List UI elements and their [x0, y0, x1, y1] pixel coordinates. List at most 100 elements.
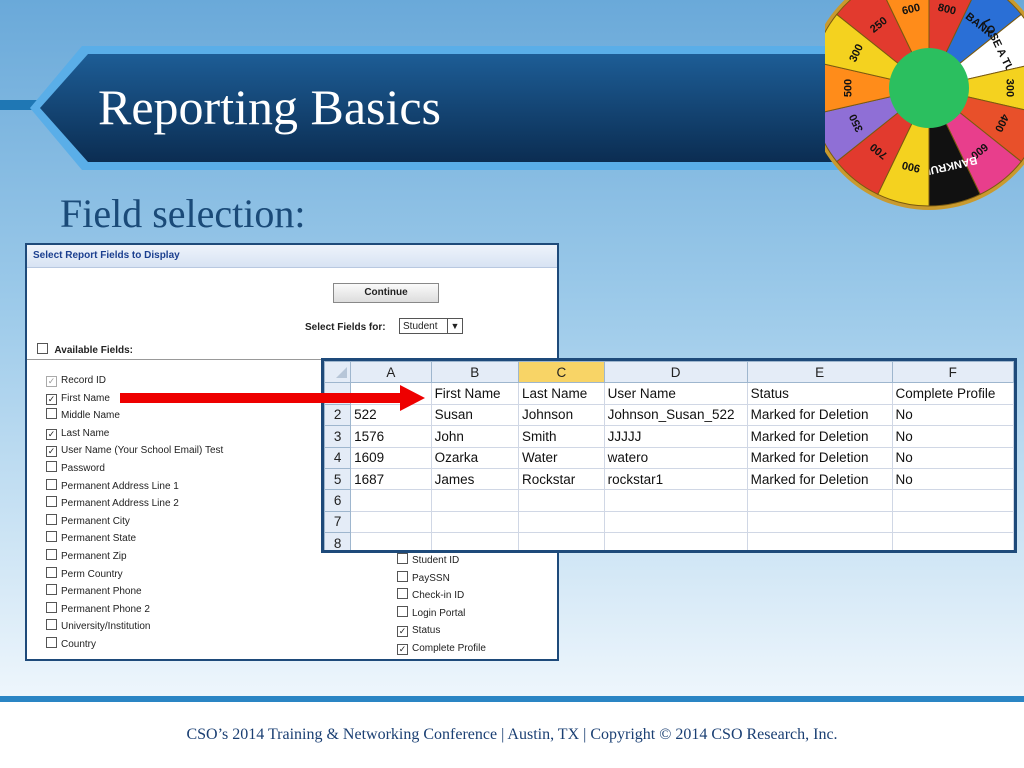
field-option[interactable]: ✓ Status	[397, 622, 486, 640]
column-letter[interactable]: D	[603, 361, 748, 384]
cell[interactable]: Smith	[518, 425, 605, 448]
field-option[interactable]: Password	[46, 460, 223, 478]
field-checkbox[interactable]	[46, 548, 57, 560]
cell[interactable]: First Name	[430, 382, 520, 405]
row-number[interactable]: 7	[324, 510, 352, 534]
field-checkbox[interactable]	[46, 478, 57, 490]
cell[interactable]: Marked for Deletion	[746, 467, 893, 491]
available-fields-toggle[interactable]: Available Fields:	[37, 343, 133, 356]
cell[interactable]: Last Name	[518, 382, 605, 405]
cell[interactable]	[430, 489, 520, 512]
row-number[interactable]: 8	[324, 532, 352, 550]
field-checkbox[interactable]	[46, 619, 57, 631]
field-option[interactable]: Permanent Address Line 2	[46, 495, 223, 513]
cell[interactable]: Marked for Deletion	[746, 403, 893, 427]
field-checkbox[interactable]	[46, 513, 57, 525]
field-option[interactable]: PaySSN	[397, 570, 486, 588]
field-checkbox[interactable]	[46, 601, 57, 613]
column-letter[interactable]: A	[350, 361, 432, 384]
field-checkbox[interactable]	[46, 566, 57, 578]
cell[interactable]: No	[891, 403, 1014, 427]
cell[interactable]: 1687	[350, 467, 432, 491]
row-number[interactable]: 4	[324, 446, 352, 469]
field-checkbox[interactable]: ✓	[46, 428, 57, 440]
field-checkbox[interactable]	[46, 636, 57, 648]
cell[interactable]	[518, 489, 605, 512]
field-option[interactable]: ✓ Last Name	[46, 425, 223, 443]
cell[interactable]	[603, 489, 748, 512]
field-checkbox[interactable]	[397, 588, 408, 600]
column-letter[interactable]: B	[430, 361, 520, 384]
cell[interactable]: John	[430, 425, 520, 448]
field-checkbox[interactable]	[46, 460, 57, 472]
cell[interactable]: rockstar1	[603, 467, 748, 491]
field-checkbox[interactable]	[397, 605, 408, 617]
cell[interactable]: Susan	[430, 403, 520, 427]
field-checkbox[interactable]	[397, 553, 408, 564]
cell[interactable]	[746, 510, 893, 534]
cell[interactable]: JJJJJ	[603, 425, 748, 448]
field-option[interactable]: ✓ User Name (Your School Email) Test	[46, 442, 223, 460]
field-option[interactable]: Middle Name	[46, 407, 223, 425]
cell[interactable]: Complete Profile	[891, 382, 1014, 405]
cell[interactable]	[430, 532, 520, 550]
field-option[interactable]: Check-in ID	[397, 587, 486, 605]
field-checkbox[interactable]	[46, 408, 57, 420]
cell[interactable]	[603, 510, 748, 534]
cell[interactable]	[350, 532, 432, 550]
field-option[interactable]: Perm Country	[46, 566, 223, 584]
cell[interactable]	[891, 489, 1014, 512]
field-option[interactable]: Permanent Phone	[46, 583, 223, 601]
cell[interactable]	[350, 489, 432, 512]
cell[interactable]: Water	[518, 446, 605, 469]
field-option[interactable]: Permanent Address Line 1	[46, 478, 223, 496]
cell[interactable]: No	[891, 446, 1014, 469]
cell[interactable]: Rockstar	[518, 467, 605, 491]
cell[interactable]: Johnson_Susan_522	[603, 403, 748, 427]
continue-button[interactable]: Continue	[333, 283, 439, 303]
row-number[interactable]: 5	[324, 467, 352, 491]
cell[interactable]	[746, 532, 893, 550]
field-checkbox[interactable]	[46, 531, 57, 543]
cell[interactable]	[746, 489, 893, 512]
cell[interactable]: Marked for Deletion	[746, 425, 893, 448]
field-checkbox[interactable]: ✓	[46, 393, 57, 405]
field-checkbox[interactable]	[46, 584, 57, 596]
field-option[interactable]: ✓ Complete Profile	[397, 640, 486, 658]
cell[interactable]: James	[430, 467, 520, 491]
cell[interactable]	[891, 532, 1014, 550]
field-checkbox[interactable]	[397, 570, 408, 582]
column-letter[interactable]: C	[518, 361, 605, 384]
select-all-corner[interactable]	[324, 361, 352, 384]
row-number[interactable]: 2	[324, 403, 352, 427]
cell[interactable]	[603, 532, 748, 550]
cell[interactable]: Johnson	[518, 403, 605, 427]
field-checkbox[interactable]: ✓	[397, 643, 408, 655]
field-option[interactable]: University/Institution	[46, 618, 223, 636]
column-letter[interactable]: E	[746, 361, 893, 384]
cell[interactable]: User Name	[603, 382, 748, 405]
cell[interactable]: Status	[746, 382, 893, 405]
row-number[interactable]: 6	[324, 489, 352, 512]
cell[interactable]: Marked for Deletion	[746, 446, 893, 469]
field-option[interactable]: Permanent Zip	[46, 548, 223, 566]
cell[interactable]	[518, 532, 605, 550]
field-option[interactable]: Login Portal	[397, 605, 486, 623]
cell[interactable]	[430, 510, 520, 534]
field-checkbox[interactable]	[46, 496, 57, 508]
field-option[interactable]: ✓ Record ID	[46, 372, 223, 390]
cell[interactable]	[891, 510, 1014, 534]
cell[interactable]: watero	[603, 446, 748, 469]
field-option[interactable]: Country	[46, 636, 223, 654]
cell[interactable]: 1576	[350, 425, 432, 448]
record-type-select[interactable]: Student ▼	[399, 318, 463, 334]
field-checkbox[interactable]: ✓	[46, 376, 57, 387]
row-number[interactable]: 3	[324, 425, 352, 448]
field-option[interactable]: Permanent State	[46, 530, 223, 548]
column-letter[interactable]: F	[891, 361, 1014, 384]
field-checkbox[interactable]: ✓	[397, 626, 408, 638]
field-option[interactable]: Permanent City	[46, 513, 223, 531]
cell[interactable]: No	[891, 425, 1014, 448]
cell[interactable]	[518, 510, 605, 534]
field-checkbox[interactable]: ✓	[46, 446, 57, 458]
